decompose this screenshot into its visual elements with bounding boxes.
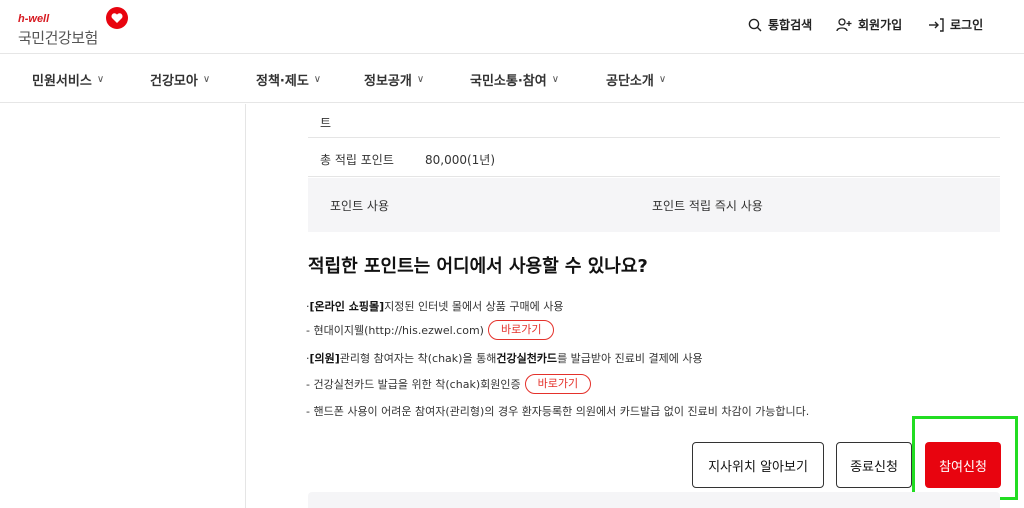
chevron-down-icon: ∨ <box>202 74 211 85</box>
nav-label: 정보공개 <box>364 74 412 89</box>
go-chak-auth-button[interactable]: 바로가기 <box>524 374 592 394</box>
add-user-icon <box>836 17 852 31</box>
site-header: h-well 국민건강보험 통합검색 회원가입 로그인 <box>0 0 1024 54</box>
signup-label: 회원가입 <box>858 18 903 32</box>
signup-link[interactable]: 회원가입 <box>836 16 902 33</box>
chevron-down-icon: ∨ <box>313 74 322 85</box>
usage-subitem-note: - 핸드폰 사용이 어려운 참여자(관리형)의 경우 환자등록한 의원에서 카드… <box>306 403 809 419</box>
usage-item-title: [의원] <box>309 352 340 365</box>
logo[interactable]: h-well 국민건강보험 <box>18 7 138 49</box>
usage-subitem-text: - 현대이지웰(http://his.ezwel.com) <box>306 324 484 337</box>
logo-title: 국민건강보험 <box>18 29 98 47</box>
usage-item-title: [온라인 쇼핑몰] <box>309 300 385 313</box>
nav-item-civil-service[interactable]: 민원서비스 ∨ <box>32 70 104 89</box>
usage-item-clinic: · [의원] 관리형 참여자는 착(chak)을 통해 건강실천카드 를 발급받… <box>306 350 703 366</box>
heart-logo-icon <box>106 7 128 29</box>
chevron-down-icon: ∨ <box>416 74 425 85</box>
nav-item-disclosure[interactable]: 정보공개 ∨ <box>364 70 424 89</box>
usage-item-text: 관리형 참여자는 착(chak)을 통해 <box>339 352 497 365</box>
nav-label: 공단소개 <box>606 74 654 89</box>
usage-item-online-mall: · [온라인 쇼핑몰] 지정된 인터넷 몰에서 상품 구매에 사용 <box>306 298 564 314</box>
search-icon <box>748 18 762 31</box>
main-nav: 민원서비스 ∨ 건강모아 ∨ 정책·제도 ∨ 정보공개 ∨ 국민소통·참여 ∨ … <box>0 55 1024 103</box>
search-label: 통합검색 <box>768 18 813 32</box>
login-link[interactable]: 로그인 <box>928 16 983 33</box>
usage-subitem-text: - 핸드폰 사용이 어려운 참여자(관리형)의 경우 환자등록한 의원에서 카드… <box>306 405 810 418</box>
usage-item-emphasis: 건강실천카드 <box>496 352 558 365</box>
join-request-button[interactable]: 참여신청 <box>925 442 1001 488</box>
nav-item-health[interactable]: 건강모아 ∨ <box>150 70 210 89</box>
usage-item-text: 지정된 인터넷 몰에서 상품 구매에 사용 <box>384 300 564 313</box>
nav-label: 정책·제도 <box>256 74 309 89</box>
section-title: 적립한 포인트는 어디에서 사용할 수 있나요? <box>308 256 648 277</box>
chevron-down-icon: ∨ <box>96 74 105 85</box>
search-link[interactable]: 통합검색 <box>748 16 812 33</box>
table-cell: 트 <box>320 116 332 130</box>
go-ezwel-button[interactable]: 바로가기 <box>487 320 555 340</box>
find-branch-button[interactable]: 지사위치 알아보기 <box>692 442 824 488</box>
logo-subtitle: h-well <box>18 13 50 25</box>
chevron-down-icon: ∨ <box>551 74 560 85</box>
end-request-button[interactable]: 종료신청 <box>836 442 912 488</box>
point-use-value: 포인트 적립 즉시 사용 <box>652 199 763 213</box>
usage-subitem-text: - 건강실천카드 발급을 위한 착(chak)회원인증 <box>306 378 521 391</box>
login-label: 로그인 <box>950 18 984 32</box>
usage-subitem-chak: - 건강실천카드 발급을 위한 착(chak)회원인증 바로가기 <box>306 374 592 394</box>
chevron-down-icon: ∨ <box>658 74 667 85</box>
bottom-panel <box>308 492 1000 508</box>
login-icon <box>929 17 944 32</box>
nav-label: 건강모아 <box>150 74 198 89</box>
total-points-label: 총 적립 포인트 <box>320 153 394 167</box>
usage-item-text: 를 발급받아 진료비 결제에 사용 <box>557 352 703 365</box>
nav-item-policy[interactable]: 정책·제도 ∨ <box>256 70 321 89</box>
table-row: 총 적립 포인트 80,000(1년) <box>308 139 1000 177</box>
total-points-value: 80,000(1년) <box>425 153 496 167</box>
table-row: 트 <box>308 104 1000 138</box>
nav-label: 민원서비스 <box>32 74 92 89</box>
point-use-label: 포인트 사용 <box>330 199 390 213</box>
nav-label: 국민소통·참여 <box>470 74 547 89</box>
sidebar-divider <box>245 104 246 508</box>
usage-subitem-ezwel: - 현대이지웰(http://his.ezwel.com) 바로가기 <box>306 320 555 340</box>
nav-item-about[interactable]: 공단소개 ∨ <box>606 70 666 89</box>
nav-item-participation[interactable]: 국민소통·참여 ∨ <box>470 70 559 89</box>
table-row: 포인트 사용 포인트 적립 즉시 사용 <box>308 178 1000 232</box>
